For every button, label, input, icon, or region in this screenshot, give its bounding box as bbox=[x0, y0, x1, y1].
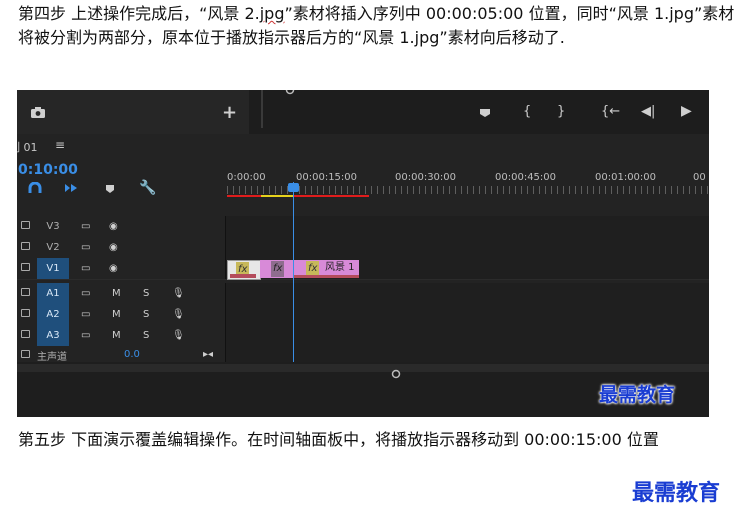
track-header: V3 ▭ ◉ bbox=[17, 216, 226, 237]
microphone-icon[interactable]: 🎙 bbox=[172, 283, 185, 304]
film-icon[interactable]: ▭ bbox=[81, 237, 90, 258]
film-icon[interactable]: ▭ bbox=[81, 283, 90, 304]
playhead-timecode[interactable]: 0:10:00 bbox=[18, 162, 78, 178]
track-name[interactable]: A3 bbox=[37, 325, 69, 346]
add-marker-icon[interactable] bbox=[479, 107, 491, 122]
panel-watermark: 最需教育 bbox=[599, 384, 676, 406]
track-header: V1 ▭ ◉ bbox=[17, 258, 226, 279]
microphone-icon[interactable]: 🎙 bbox=[172, 325, 185, 346]
track-header: A2 ▭ M S 🎙 bbox=[17, 304, 226, 325]
playhead-handle[interactable] bbox=[288, 183, 299, 192]
track-v3[interactable]: V3 ▭ ◉ bbox=[17, 216, 709, 238]
wrench-icon[interactable]: 🔧 bbox=[139, 180, 156, 196]
mark-out-icon[interactable]: } bbox=[557, 104, 565, 119]
scrollbar-knob-icon[interactable] bbox=[391, 364, 401, 383]
eye-icon[interactable]: ◉ bbox=[109, 237, 118, 258]
add-marker-small-icon[interactable] bbox=[105, 183, 115, 198]
linked-selection-icon[interactable] bbox=[64, 182, 78, 198]
ruler-tick-label: 00 bbox=[693, 172, 706, 183]
track-a3[interactable]: A3 ▭ M S 🎙 bbox=[17, 325, 709, 347]
timeline-scrollbar-area: 最需教育 bbox=[17, 362, 709, 417]
track-a2[interactable]: A2 ▭ M S 🎙 bbox=[17, 304, 709, 326]
mute-toggle[interactable]: M bbox=[112, 283, 121, 304]
mute-toggle[interactable]: M bbox=[112, 304, 121, 325]
step4-paragraph: 第四步 上述操作完成后，“风景 2.jpg”素材将插入序列中 00:00:05:… bbox=[18, 2, 748, 50]
master-label: 主声道 bbox=[37, 352, 67, 363]
snap-icon[interactable] bbox=[28, 181, 42, 198]
track-v2[interactable]: V2 ▭ ◉ bbox=[17, 237, 709, 259]
solo-toggle[interactable]: S bbox=[143, 325, 149, 346]
eye-icon[interactable]: ◉ bbox=[109, 258, 118, 279]
lock-icon[interactable] bbox=[21, 288, 30, 296]
track-header: A3 ▭ M S 🎙 bbox=[17, 325, 226, 346]
ruler-tick-label: 00:01:00:00 bbox=[595, 172, 657, 183]
step-back-icon[interactable]: ◀| bbox=[641, 104, 655, 119]
solo-toggle[interactable]: S bbox=[143, 283, 149, 304]
time-ruler-ticks[interactable] bbox=[227, 186, 709, 194]
premiere-timeline-screenshot: + { } {← ◀| ▶ 列 01 ≡ 0:10:00 🔧 0:00:00 0… bbox=[17, 90, 709, 417]
lock-icon[interactable] bbox=[21, 330, 30, 338]
solo-toggle[interactable]: S bbox=[143, 304, 149, 325]
track-name[interactable]: V2 bbox=[37, 237, 69, 258]
track-v1[interactable]: V1 ▭ ◉ fx fx fx 风景 1 bbox=[17, 258, 709, 280]
film-icon[interactable]: ▭ bbox=[81, 304, 90, 325]
clip-name: 风景 1 bbox=[325, 262, 355, 273]
step5-paragraph: 第五步 下面演示覆盖编辑操作。在时间轴面板中，将播放指示器移动到 00:00:1… bbox=[18, 430, 659, 449]
film-icon[interactable]: ▭ bbox=[81, 216, 90, 237]
clip-landscape-1-part1[interactable]: fx bbox=[260, 260, 293, 278]
page-watermark: 最需教育 bbox=[632, 480, 721, 506]
sequence-tab-label[interactable]: 列 01 bbox=[17, 139, 49, 155]
monitor-toolbar: + { } {← ◀| ▶ bbox=[17, 90, 709, 134]
mute-toggle[interactable]: M bbox=[112, 325, 121, 346]
lock-icon[interactable] bbox=[21, 350, 30, 358]
panel-divider bbox=[261, 90, 263, 128]
film-icon[interactable]: ▭ bbox=[81, 258, 90, 279]
track-a1[interactable]: A1 ▭ M S 🎙 bbox=[17, 283, 709, 305]
lock-icon[interactable] bbox=[21, 221, 30, 229]
microphone-icon[interactable]: 🎙 bbox=[172, 304, 185, 325]
track-name[interactable]: V1 bbox=[37, 258, 69, 279]
step4-jpg-word: jpg bbox=[259, 4, 285, 23]
camera-icon[interactable] bbox=[30, 106, 46, 122]
mark-in-icon[interactable]: { bbox=[523, 104, 531, 119]
scroll-knob-icon[interactable] bbox=[285, 90, 295, 99]
lock-icon[interactable] bbox=[21, 309, 30, 317]
track-name[interactable]: V3 bbox=[37, 216, 69, 237]
clip-landscape-1-part2[interactable]: fx 风景 1 bbox=[294, 260, 359, 278]
master-volume-value[interactable]: 0.0 bbox=[124, 349, 140, 360]
track-header: A1 ▭ M S 🎙 bbox=[17, 283, 226, 304]
sequence-menu-icon[interactable]: ≡ bbox=[55, 138, 65, 152]
track-name[interactable]: A2 bbox=[37, 304, 69, 325]
ruler-tick-label: 00:00:30:00 bbox=[395, 172, 457, 183]
track-header: V2 ▭ ◉ bbox=[17, 237, 226, 258]
lock-icon[interactable] bbox=[21, 263, 30, 271]
fx-badge: fx bbox=[271, 261, 285, 277]
step4-text-start: 第四步 上述操作完成后，“风景 2. bbox=[18, 4, 260, 23]
track-name[interactable]: A1 bbox=[37, 283, 69, 304]
lock-icon[interactable] bbox=[21, 242, 30, 250]
ruler-tick-label: 0:00:00 bbox=[227, 172, 266, 183]
playhead-line[interactable] bbox=[293, 182, 294, 364]
film-icon[interactable]: ▭ bbox=[81, 325, 90, 346]
play-icon[interactable]: ▶ bbox=[681, 103, 692, 119]
eye-icon[interactable]: ◉ bbox=[109, 216, 118, 237]
ruler-tick-label: 00:00:15:00 bbox=[296, 172, 358, 183]
go-to-in-icon[interactable]: {← bbox=[601, 104, 620, 119]
plus-icon[interactable]: + bbox=[222, 102, 237, 123]
program-monitor-controls bbox=[17, 90, 249, 134]
ruler-tick-label: 00:00:45:00 bbox=[495, 172, 557, 183]
clip-landscape-2[interactable]: fx bbox=[227, 260, 261, 280]
scrollbar-track[interactable] bbox=[17, 364, 709, 372]
